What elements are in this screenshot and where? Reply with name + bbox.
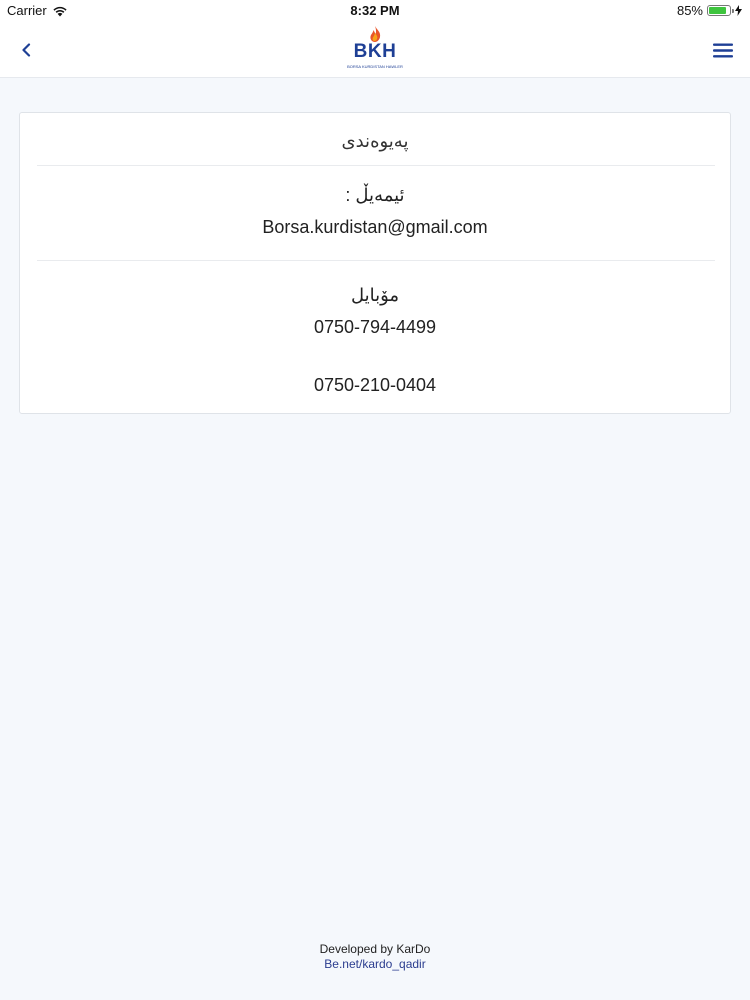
chevron-left-icon bbox=[22, 43, 31, 57]
divider bbox=[37, 165, 715, 166]
mobile-label: مۆبایل bbox=[350, 285, 400, 305]
hamburger-menu-icon bbox=[713, 43, 733, 57]
logo-subtext: BORSA KURDISTAN HAWLER bbox=[347, 64, 403, 69]
phone-number-2[interactable]: 0750-210-0404 bbox=[20, 375, 730, 396]
logo-text: BKH bbox=[353, 41, 397, 62]
email-label: ئیمەیڵ : bbox=[345, 185, 405, 205]
flame-icon bbox=[370, 26, 381, 42]
status-bar: Carrier 8:32 PM 85% bbox=[0, 0, 750, 22]
app-logo: BKH BORSA KURDISTAN HAWLER bbox=[345, 26, 405, 74]
battery-status: 85% bbox=[677, 3, 742, 18]
battery-fill bbox=[709, 7, 726, 14]
developer-link[interactable]: Be.net/kardo_qadir bbox=[0, 957, 750, 972]
battery-icon bbox=[707, 5, 734, 16]
clock: 8:32 PM bbox=[350, 3, 400, 18]
footer: Developed by KarDo Be.net/kardo_qadir bbox=[0, 942, 750, 972]
navigation-bar: BKH BORSA KURDISTAN HAWLER bbox=[0, 22, 750, 78]
charging-icon bbox=[735, 5, 742, 16]
phone-number-1[interactable]: 0750-794-4499 bbox=[20, 317, 730, 338]
back-button[interactable] bbox=[14, 38, 38, 62]
email-value[interactable]: Borsa.kurdistan@gmail.com bbox=[20, 217, 730, 238]
contact-card: پەیوەندی ئیمەیڵ : Borsa.kurdistan@gmail.… bbox=[19, 112, 731, 414]
divider bbox=[37, 260, 715, 261]
contact-title: پەیوەندی bbox=[341, 131, 409, 151]
battery-percent: 85% bbox=[676, 3, 703, 18]
menu-button[interactable] bbox=[710, 38, 736, 62]
developer-credit: Developed by KarDo bbox=[319, 942, 431, 956]
